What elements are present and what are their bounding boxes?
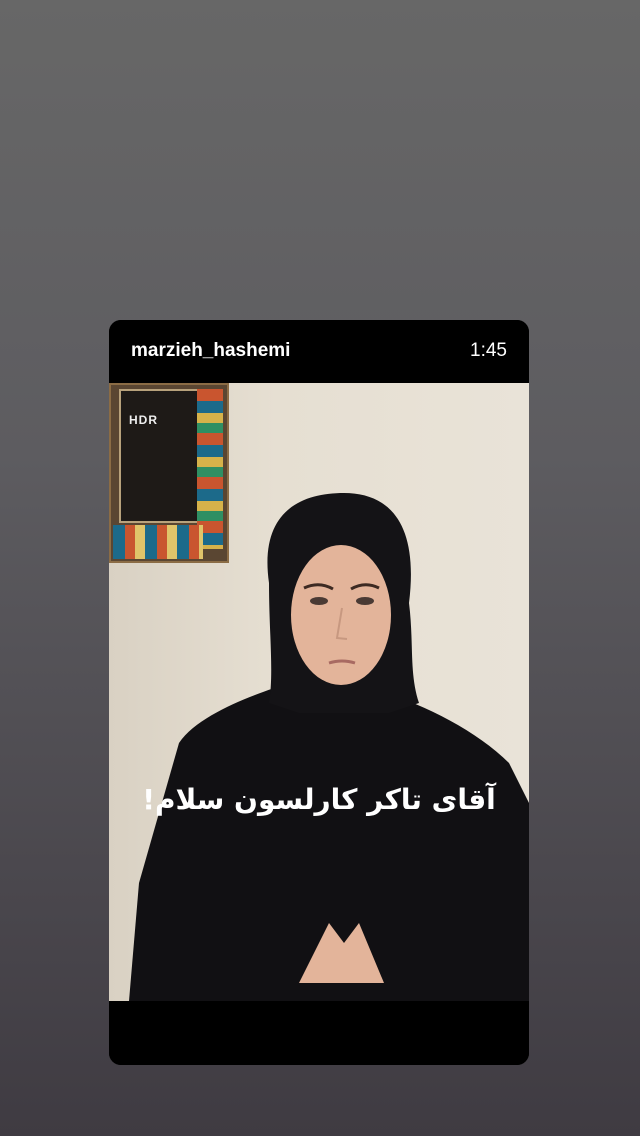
speaker-figure bbox=[129, 493, 529, 1001]
video-caption: آقای تاکر کارلسون سلام! bbox=[142, 783, 496, 816]
story-card[interactable]: marzieh_hashemi 1:45 HDR آقای تاکر کارلس… bbox=[109, 320, 529, 1065]
video-frame[interactable]: HDR آقای تاکر کارلسون سلام! bbox=[109, 383, 529, 1001]
video-duration: 1:45 bbox=[470, 340, 507, 361]
username[interactable]: marzieh_hashemi bbox=[131, 340, 290, 362]
story-header: marzieh_hashemi 1:45 bbox=[109, 320, 529, 383]
story-footer bbox=[109, 1001, 529, 1065]
